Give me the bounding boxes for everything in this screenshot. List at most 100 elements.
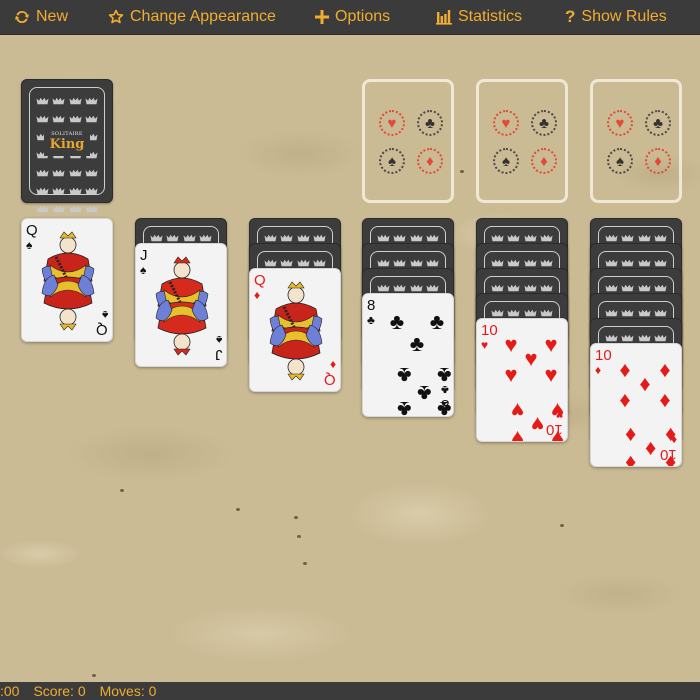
plus-icon bbox=[315, 10, 329, 24]
diamond-icon: ♦ bbox=[531, 148, 557, 174]
suit-pip-icon: ♣ bbox=[397, 363, 412, 388]
suit-pip-icon: ♥ bbox=[511, 426, 525, 442]
crown-icon bbox=[52, 92, 65, 110]
card-suit-icon-bottom: ♦ bbox=[670, 433, 677, 447]
suit-pip-icon: ♣ bbox=[397, 397, 412, 417]
crown-icon bbox=[52, 164, 65, 182]
card-suit-icon: ♣ bbox=[367, 313, 375, 327]
texture-speck bbox=[294, 516, 298, 519]
crown-icon bbox=[36, 92, 49, 110]
card-rank-bottom: Q bbox=[324, 371, 336, 388]
suit-pip-icon: ♥ bbox=[544, 332, 558, 357]
suit-pip-icon: ♦ bbox=[625, 423, 637, 448]
crown-icon bbox=[85, 164, 98, 182]
timer: :00 bbox=[0, 683, 20, 699]
foundation-slot[interactable]: ♥ ♣ ♠ ♦ bbox=[476, 79, 568, 203]
suit-pip-icon: ♥ bbox=[524, 346, 538, 371]
question-icon: ? bbox=[565, 7, 576, 26]
suit-pip-icon: ♥ bbox=[504, 332, 518, 357]
suit-pip-icon: ♥ bbox=[531, 412, 545, 437]
card-suit-icon: ♦ bbox=[254, 288, 261, 302]
texture-speck bbox=[460, 170, 464, 173]
score: Score: 0 bbox=[33, 683, 86, 699]
suit-pip-icon: ♦ bbox=[639, 371, 651, 396]
crown-icon bbox=[69, 182, 82, 200]
diamond-icon: ♦ bbox=[417, 148, 443, 174]
card-suit-icon: ♠ bbox=[26, 238, 33, 252]
suit-pip-icon: ♦ bbox=[659, 357, 671, 382]
crown-row bbox=[264, 259, 326, 267]
suit-pip-icon: ♥ bbox=[544, 362, 558, 387]
card-suit-icon-bottom: ♦ bbox=[329, 358, 336, 372]
crown-icon bbox=[85, 92, 98, 110]
refresh-icon bbox=[14, 9, 30, 25]
texture-speck bbox=[92, 674, 96, 677]
tableau-card-10-red[interactable]: 10 ♥ ♥ ♥ ♥ ♥ ♥ ♥ ♥ ♥ ♥ ♥ 10 ♥ bbox=[476, 318, 568, 442]
card-rank: J bbox=[140, 247, 148, 264]
crown-icon bbox=[52, 200, 65, 218]
foundation-slot[interactable]: ♥ ♣ ♠ ♦ bbox=[362, 79, 454, 203]
club-icon: ♣ bbox=[417, 110, 443, 136]
options-button[interactable]: Options bbox=[315, 0, 390, 34]
solitaire-king-logo: SOLITAIRE King bbox=[44, 126, 90, 156]
tableau-card-Q-red[interactable]: Q ♦ Q ♦ bbox=[249, 268, 341, 392]
change-appearance-button[interactable]: Change Appearance bbox=[108, 0, 276, 34]
suit-pip-icon: ♦ bbox=[659, 387, 671, 412]
tableau-card-10-red[interactable]: 10 ♦ ♦ ♦ ♦ ♦ ♦ ♦ ♦ ♦ ♦ ♦ 10 ♦ bbox=[590, 343, 682, 467]
heart-icon: ♥ bbox=[493, 110, 519, 136]
crown-row bbox=[491, 309, 553, 317]
crown-row bbox=[377, 259, 439, 267]
card-rank-bottom: Q bbox=[96, 321, 108, 338]
card-suit-icon-bottom: ♠ bbox=[101, 308, 108, 322]
crown-row bbox=[491, 234, 553, 242]
stock-pile[interactable]: SOLITAIRE King bbox=[21, 79, 113, 231]
spade-icon: ♠ bbox=[493, 148, 519, 174]
card-suit-icon: ♦ bbox=[595, 363, 602, 377]
suit-pip-icon: ♥ bbox=[511, 398, 525, 423]
suit-pip-icon: ♦ bbox=[619, 387, 631, 412]
texture-speck bbox=[236, 508, 240, 511]
crown-icon bbox=[52, 182, 65, 200]
crown-row bbox=[491, 284, 553, 292]
show-rules-button[interactable]: ? Show Rules bbox=[565, 0, 667, 34]
tableau-card-Q-black[interactable]: Q ♠ Q ♠ bbox=[21, 218, 113, 342]
tableau-card-J-black[interactable]: J ♠ J ♠ bbox=[135, 243, 227, 367]
court-figure bbox=[155, 256, 209, 356]
card-rank: 10 bbox=[481, 322, 498, 339]
spade-icon: ♠ bbox=[607, 148, 633, 174]
crown-icon bbox=[69, 200, 82, 218]
card-suit-icon-bottom: ♠ bbox=[215, 333, 222, 347]
diamond-icon: ♦ bbox=[645, 148, 671, 174]
texture-speck bbox=[560, 524, 564, 527]
spade-icon: ♠ bbox=[379, 148, 405, 174]
bar-chart-icon bbox=[436, 9, 452, 25]
foundation-slot[interactable]: ♥ ♣ ♠ ♦ bbox=[590, 79, 682, 203]
crown-row bbox=[605, 334, 667, 342]
crown-row bbox=[605, 309, 667, 317]
crown-row bbox=[150, 234, 212, 242]
suit-pip-icon: ♣ bbox=[417, 381, 432, 406]
crown-icon bbox=[36, 182, 49, 200]
crown-icon bbox=[69, 164, 82, 182]
card-suit-icon: ♥ bbox=[481, 338, 489, 352]
logo-big-text: King bbox=[49, 137, 85, 152]
court-figure bbox=[41, 231, 95, 331]
crown-row bbox=[377, 284, 439, 292]
suit-pip-icon: ♣ bbox=[409, 331, 425, 356]
suit-pip-icon: ♥ bbox=[504, 362, 518, 387]
new-game-button[interactable]: New bbox=[14, 0, 68, 34]
crown-icon bbox=[36, 200, 49, 218]
club-icon: ♣ bbox=[531, 110, 557, 136]
suit-pip-icon: ♣ bbox=[429, 309, 445, 334]
change-appearance-label: Change Appearance bbox=[130, 8, 276, 25]
tableau-card-8-black[interactable]: 8 ♣ ♣ ♣ ♣ ♣ ♣ ♣ ♣ ♣ 8 ♣ bbox=[362, 293, 454, 417]
crown-row bbox=[264, 234, 326, 242]
suit-pip-icon: ♦ bbox=[625, 451, 637, 467]
crown-row bbox=[491, 259, 553, 267]
court-figure bbox=[269, 281, 323, 381]
moves-counter: Moves: 0 bbox=[99, 683, 157, 699]
crown-icon bbox=[85, 200, 98, 218]
statistics-label: Statistics bbox=[458, 8, 523, 25]
statistics-button[interactable]: Statistics bbox=[436, 0, 522, 34]
status-bar: :00 Score: 0 Moves: 0 bbox=[0, 682, 700, 700]
